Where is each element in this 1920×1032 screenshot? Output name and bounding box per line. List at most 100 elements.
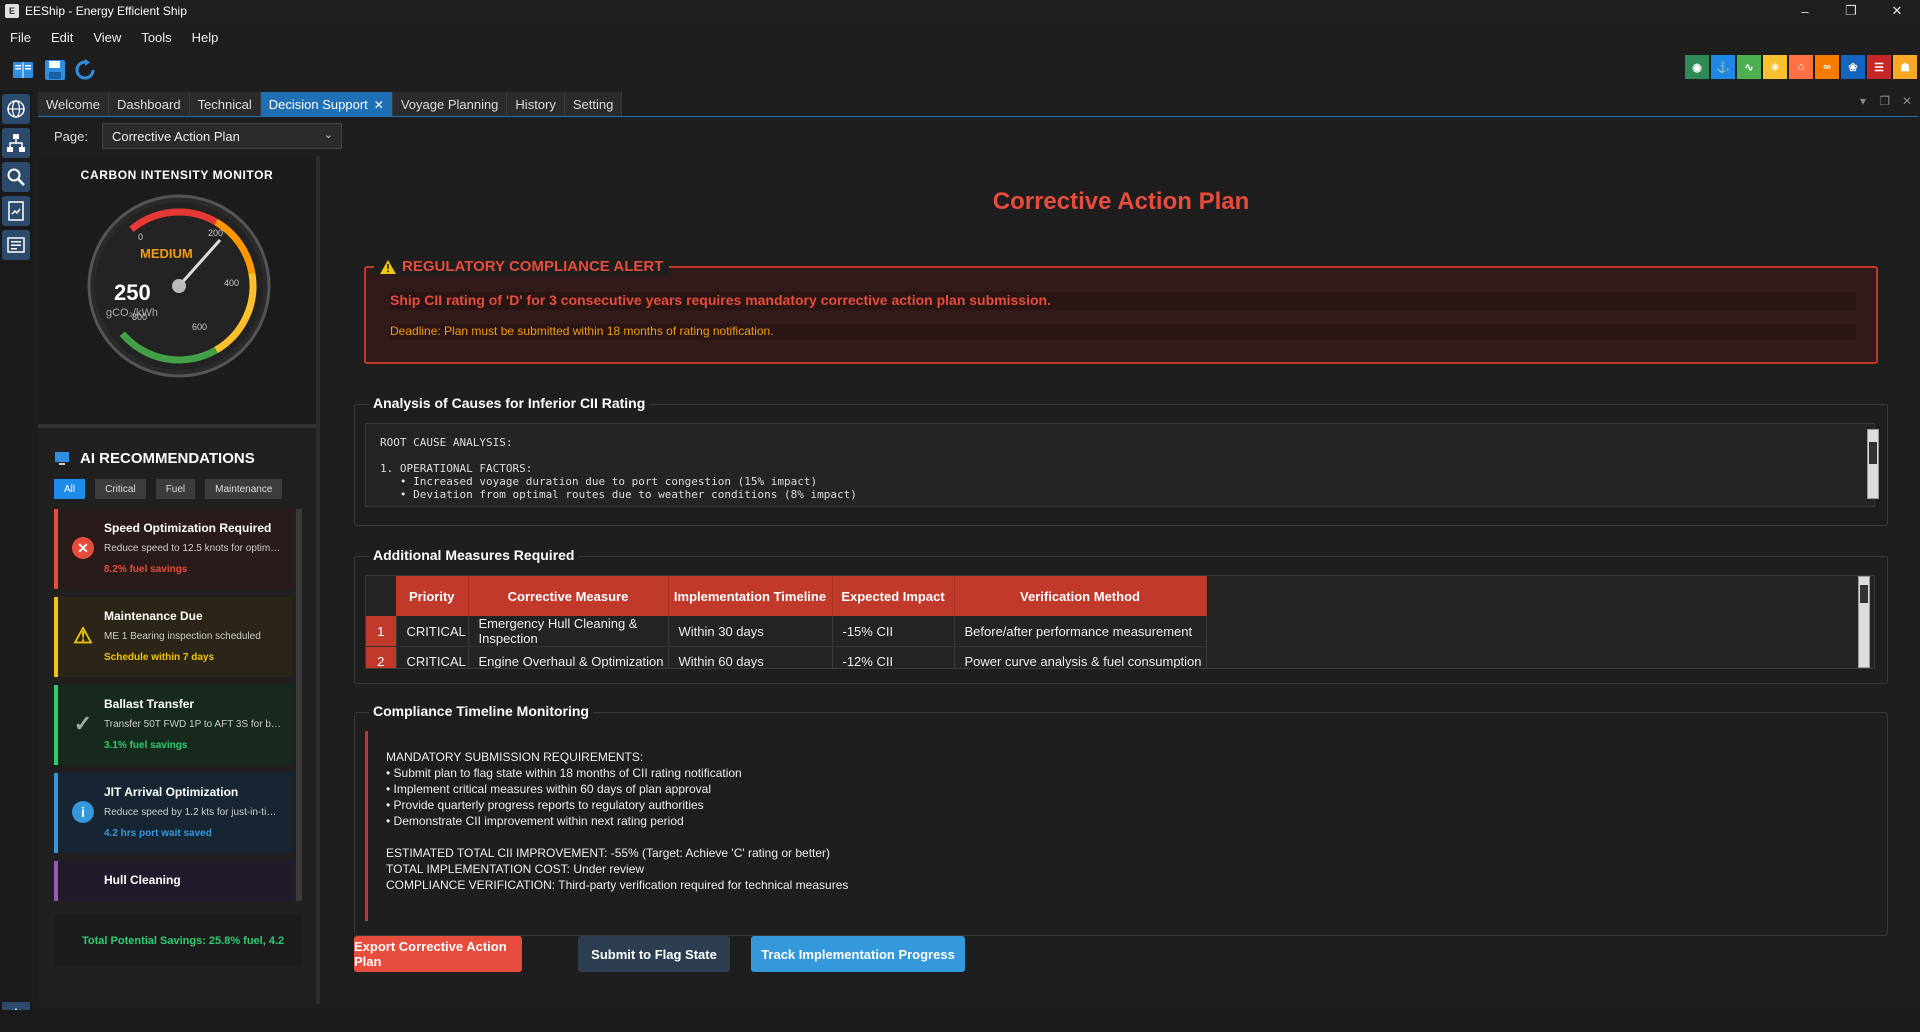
close-pane-icon[interactable]: ✕ xyxy=(1902,94,1912,108)
table-row[interactable]: 1 CRITICAL Emergency Hull Cleaning & Ins… xyxy=(366,616,1207,647)
tab-dashboard[interactable]: Dashboard xyxy=(108,92,190,116)
tab-underline xyxy=(38,116,1918,117)
search-icon[interactable] xyxy=(2,162,30,192)
cell-timeline: Within 30 days xyxy=(668,616,833,647)
header-timeline[interactable]: Implementation Timeline xyxy=(668,576,833,616)
title-bar: E EEShip - Energy Efficient Ship – ❐ ✕ xyxy=(0,0,1920,22)
left-icon-bar: ⚙ xyxy=(0,90,32,1032)
card-desc: Transfer 50T FWD 1P to AFT 3S for bette.… xyxy=(104,719,284,730)
recommendation-card[interactable]: i JIT Arrival Optimization Reduce speed … xyxy=(54,773,292,853)
ship-icon[interactable]: ⚓ xyxy=(1711,55,1735,79)
save-icon[interactable] xyxy=(42,57,68,83)
analysis-group: Analysis of Causes for Inferior CII Rati… xyxy=(354,395,1888,526)
warning-triangle-icon xyxy=(380,259,396,274)
eye-icon[interactable]: ◉ xyxy=(1685,55,1709,79)
warning-icon: ⚠ xyxy=(73,623,93,648)
header-impact[interactable]: Expected Impact xyxy=(832,576,955,616)
card-saving: 4.2 hrs port wait saved xyxy=(104,828,212,839)
filter-bar: All Critical Fuel Maintenance xyxy=(54,479,300,499)
recommendation-card[interactable]: ✓ Ballast Transfer Transfer 50T FWD 1P t… xyxy=(54,685,292,765)
page-dropdown[interactable]: Corrective Action Plan ⌄ xyxy=(101,123,342,149)
menu-help[interactable]: Help xyxy=(182,30,229,45)
globe-icon[interactable] xyxy=(2,94,30,124)
window-title: EEShip - Energy Efficient Ship xyxy=(25,4,187,18)
timeline-title: Compliance Timeline Monitoring xyxy=(369,703,593,719)
submit-flag-state-button[interactable]: Submit to Flag State xyxy=(578,936,730,972)
filter-all[interactable]: All xyxy=(54,479,86,499)
tab-technical[interactable]: Technical xyxy=(189,92,261,116)
card-title: JIT Arrival Optimization xyxy=(104,785,239,799)
menu-bar: File Edit View Tools Help xyxy=(0,25,228,49)
restore-pane-icon[interactable]: ❐ xyxy=(1879,94,1890,108)
gauge-tick-400: 400 xyxy=(224,278,239,288)
tab-decision-support[interactable]: Decision Support ✕ xyxy=(260,92,393,116)
filter-critical[interactable]: Critical xyxy=(95,479,146,499)
header-priority[interactable]: Priority xyxy=(396,576,469,616)
minimize-button[interactable]: – xyxy=(1782,0,1828,22)
page-dropdown-value: Corrective Action Plan xyxy=(111,128,240,144)
header-verification[interactable]: Verification Method xyxy=(954,576,1207,616)
cell-measure: Engine Overhaul & Optimization xyxy=(468,646,669,668)
toolbar xyxy=(0,52,1920,88)
recommendation-card[interactable]: Hull Cleaning xyxy=(54,861,292,901)
table-row[interactable]: 2 CRITICAL Engine Overhaul & Optimizatio… xyxy=(366,646,1207,668)
alert-message: Ship CII rating of 'D' for 3 consecutive… xyxy=(390,292,1856,310)
factory-icon[interactable]: ⌂ xyxy=(1789,55,1813,79)
track-progress-button[interactable]: Track Implementation Progress xyxy=(751,936,965,972)
close-button[interactable]: ✕ xyxy=(1874,0,1920,22)
refresh-icon[interactable] xyxy=(72,57,98,83)
measures-scrollbar[interactable] xyxy=(1858,576,1870,668)
gauge-tick-600: 600 xyxy=(192,322,207,332)
cell-measure: Emergency Hull Cleaning & Inspection xyxy=(468,616,669,647)
gauge-value: 250 xyxy=(114,280,151,305)
recommendation-list: ✕ Speed Optimization Required Reduce spe… xyxy=(54,509,302,901)
chart-icon[interactable]: ☰ xyxy=(1867,55,1891,79)
header-measure[interactable]: Corrective Measure xyxy=(468,576,669,616)
pulse-icon[interactable]: ∿ xyxy=(1737,55,1761,79)
measures-title: Additional Measures Required xyxy=(369,547,579,563)
card-title: Speed Optimization Required xyxy=(104,521,272,535)
tab-list-icon[interactable]: ▾ xyxy=(1860,94,1866,108)
cell-verification: Before/after performance measurement xyxy=(954,616,1207,647)
menu-view[interactable]: View xyxy=(83,30,131,45)
timeline-text: MANDATORY SUBMISSION REQUIREMENTS: • Sub… xyxy=(365,731,1879,921)
main-content: Corrective Action Plan REGULATORY COMPLI… xyxy=(324,156,1918,1004)
analysis-scrollbar[interactable] xyxy=(1867,429,1879,499)
report-icon[interactable] xyxy=(2,196,30,226)
tab-history[interactable]: History xyxy=(507,92,565,116)
card-saving: Schedule within 7 days xyxy=(104,652,215,663)
root-cause-text[interactable]: ROOT CAUSE ANALYSIS: 1. OPERATIONAL FACT… xyxy=(365,423,1875,507)
dove-icon[interactable]: ❀ xyxy=(1841,55,1865,79)
menu-file[interactable]: File xyxy=(0,30,41,45)
card-desc: Reduce speed to 12.5 knots for optimal .… xyxy=(104,543,284,554)
recommendation-card[interactable]: ⚠ Maintenance Due ME 1 Bearing inspectio… xyxy=(54,597,292,677)
menu-edit[interactable]: Edit xyxy=(41,30,83,45)
city-icon[interactable]: ☗ xyxy=(1893,55,1917,79)
card-saving: 3.1% fuel savings xyxy=(104,740,188,751)
cell-impact: -15% CII xyxy=(832,616,955,647)
cell-priority: CRITICAL xyxy=(396,646,469,668)
tab-voyage-planning[interactable]: Voyage Planning xyxy=(392,92,508,116)
maximize-button[interactable]: ❐ xyxy=(1828,0,1874,22)
recommendation-card[interactable]: ✕ Speed Optimization Required Reduce spe… xyxy=(54,509,292,589)
infinity-icon[interactable]: ∞ xyxy=(1815,55,1839,79)
sun-icon[interactable]: ☀ xyxy=(1763,55,1787,79)
error-icon: ✕ xyxy=(72,537,94,559)
network-icon[interactable] xyxy=(2,128,30,158)
filter-fuel[interactable]: Fuel xyxy=(155,479,196,499)
timeline-group: Compliance Timeline Monitoring MANDATORY… xyxy=(354,703,1888,936)
book-icon[interactable] xyxy=(10,57,36,83)
export-plan-button[interactable]: Export Corrective Action Plan xyxy=(354,936,522,972)
card-desc: Reduce speed by 1.2 kts for just-in-time… xyxy=(104,807,284,818)
tab-setting[interactable]: Setting xyxy=(564,92,623,116)
tab-close-icon[interactable]: ✕ xyxy=(374,98,384,112)
filter-maintenance[interactable]: Maintenance xyxy=(205,479,283,499)
measures-group: Additional Measures Required Priority Co… xyxy=(354,547,1888,684)
card-saving: 8.2% fuel savings xyxy=(104,564,188,575)
card-title: Hull Cleaning xyxy=(104,873,181,887)
menu-tools[interactable]: Tools xyxy=(131,30,181,45)
monitor-icon xyxy=(55,451,69,465)
recommendation-scrollbar[interactable] xyxy=(296,509,302,901)
document-icon[interactable] xyxy=(2,230,30,260)
tab-welcome[interactable]: Welcome xyxy=(38,92,109,116)
